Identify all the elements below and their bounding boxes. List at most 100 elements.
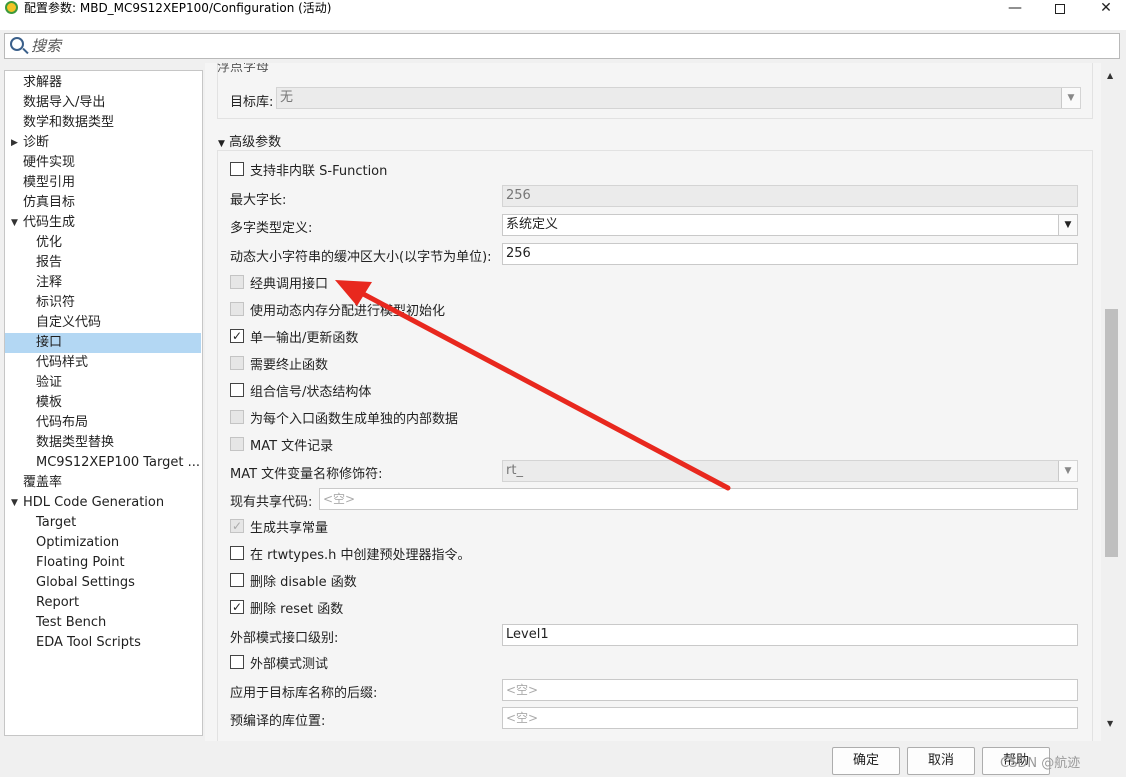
tree-item[interactable]: EDA Tool Scripts: [5, 633, 201, 653]
collapse-arrow-icon[interactable]: ▼: [11, 213, 18, 233]
tree-item[interactable]: Test Bench: [5, 613, 201, 633]
tree-item[interactable]: 数据导入/导出: [5, 93, 201, 113]
separate-internal-data-label: 为每个入口函数生成单独的内部数据: [250, 412, 459, 427]
ok-button[interactable]: 确定: [832, 747, 900, 775]
combine-signal-state-checkbox[interactable]: [230, 383, 244, 397]
single-output-update-checkbox[interactable]: ✓: [230, 329, 244, 343]
vertical-scrollbar[interactable]: ▲ ▼: [1102, 63, 1120, 741]
combine-signal-state-label: 组合信号/状态结构体: [250, 385, 372, 400]
tree-item[interactable]: Floating Point: [5, 553, 201, 573]
ext-mode-testing-checkbox[interactable]: [230, 655, 244, 669]
tree-item[interactable]: 自定义代码: [5, 313, 201, 333]
scroll-up-icon[interactable]: ▲: [1107, 71, 1113, 80]
tree-item[interactable]: Report: [5, 593, 201, 613]
target-library-select[interactable]: 无 ▼: [276, 87, 1081, 109]
ext-mode-testing-label: 外部模式测试: [250, 657, 329, 672]
dynamic-string-buffer-label: 动态大小字符串的缓冲区大小(以字节为单位):: [230, 250, 492, 265]
maximize-button[interactable]: [1037, 0, 1083, 21]
tree-item-label: 代码样式: [36, 355, 89, 370]
target-lib-suffix-field[interactable]: <空>: [502, 679, 1078, 701]
existing-shared-code-label: 现有共享代码:: [230, 495, 313, 510]
advanced-params-group: [217, 150, 1093, 741]
dynamic-string-buffer-field[interactable]: 256: [502, 243, 1078, 265]
tree-item-label: 代码布局: [36, 415, 89, 430]
dynamic-memory-init-checkbox[interactable]: [230, 302, 244, 316]
tree-item[interactable]: 注释: [5, 273, 201, 293]
close-button[interactable]: ✕: [1083, 0, 1126, 21]
minimize-button[interactable]: —: [992, 0, 1038, 21]
generate-shared-constants-label: 生成共享常量: [250, 521, 329, 536]
mat-file-logging-label: MAT 文件记录: [250, 439, 334, 454]
tree-item[interactable]: Target: [5, 513, 201, 533]
tree-item[interactable]: 硬件实现: [5, 153, 201, 173]
remove-disable-function-checkbox[interactable]: [230, 573, 244, 587]
tree-item[interactable]: 求解器: [5, 73, 201, 93]
tree-item[interactable]: ▶ 诊断: [5, 133, 201, 153]
tree-item-label: 报告: [36, 255, 63, 270]
terminate-function-checkbox[interactable]: [230, 356, 244, 370]
remove-reset-function-checkbox[interactable]: ✓: [230, 600, 244, 614]
separate-internal-data-checkbox[interactable]: [230, 410, 244, 424]
tree-item[interactable]: MC9S12XEP100 Target ...: [5, 453, 201, 473]
tree-item[interactable]: 覆盖率: [5, 473, 201, 493]
tree-item[interactable]: 仿真目标: [5, 193, 201, 213]
tree-item-label: Global Settings: [36, 575, 135, 590]
tree-item[interactable]: 模板: [5, 393, 201, 413]
tree-item-label: 覆盖率: [23, 475, 63, 490]
tree-item[interactable]: 标识符: [5, 293, 201, 313]
tree-item[interactable]: 数据类型替换: [5, 433, 201, 453]
classic-call-interface-checkbox[interactable]: [230, 275, 244, 289]
tree-item-label: 验证: [36, 375, 63, 390]
collapse-arrow-icon[interactable]: ▼: [11, 493, 18, 513]
ext-mode-interface-level-field[interactable]: Level1: [502, 624, 1078, 646]
tree-item-label: Test Bench: [36, 615, 107, 630]
tree-item[interactable]: 代码样式: [5, 353, 201, 373]
tree-item[interactable]: Global Settings: [5, 573, 201, 593]
tree-item[interactable]: 数学和数据类型: [5, 113, 201, 133]
tree-item[interactable]: Optimization: [5, 533, 201, 553]
tree-item-label: 数据类型替换: [36, 435, 115, 450]
tree-item[interactable]: 优化: [5, 233, 201, 253]
tree-item[interactable]: 报告: [5, 253, 201, 273]
precompiled-lib-location-field[interactable]: <空>: [502, 707, 1078, 729]
tree-item-label: 优化: [36, 235, 63, 250]
terminate-function-label: 需要终止函数: [250, 358, 329, 373]
existing-shared-code-field[interactable]: <空>: [319, 488, 1078, 510]
window-title: 配置参数: MBD_MC9S12XEP100/Configuration (活动…: [24, 1, 332, 15]
generate-shared-constants-checkbox[interactable]: ✓: [230, 519, 244, 533]
tree-item-label: 硬件实现: [23, 155, 76, 170]
tree-item-label: Report: [36, 595, 80, 610]
advanced-params-title: 高级参数: [229, 135, 282, 150]
tree-item[interactable]: ▼ 代码生成: [5, 213, 201, 233]
search-input[interactable]: [31, 36, 1111, 56]
maximize-icon: [1055, 4, 1065, 14]
scroll-thumb[interactable]: [1105, 309, 1118, 557]
mat-file-var-modifier-select[interactable]: rt_ ▼: [502, 460, 1078, 482]
multiword-type-select[interactable]: 系统定义 ▼: [502, 214, 1078, 236]
tree-item[interactable]: 接口: [5, 333, 201, 353]
tree-item[interactable]: 验证: [5, 373, 201, 393]
mat-file-logging-checkbox[interactable]: [230, 437, 244, 451]
dynamic-memory-init-label: 使用动态内存分配进行模型初始化: [250, 304, 446, 319]
tree-item[interactable]: ▼ HDL Code Generation: [5, 493, 201, 513]
chevron-down-icon: ▼: [1058, 461, 1077, 481]
expand-arrow-icon[interactable]: ▶: [11, 133, 18, 153]
tree-item-label: 自定义代码: [36, 315, 102, 330]
search-bar: [4, 33, 1120, 59]
scroll-down-icon[interactable]: ▼: [1107, 719, 1113, 728]
mat-file-var-modifier-value: rt_: [506, 463, 523, 478]
title-bar: 配置参数: MBD_MC9S12XEP100/Configuration (活动…: [0, 0, 1126, 30]
support-noninlined-sfunction-checkbox[interactable]: [230, 162, 244, 176]
tree-item-label: MC9S12XEP100 Target ...: [36, 455, 201, 470]
dialog-footer: 确定 取消 帮助 CSDN @航迹: [0, 741, 1126, 777]
max-word-length-field[interactable]: 256: [502, 185, 1078, 207]
precompiled-lib-location-label: 预编译的库位置:: [230, 714, 326, 729]
mat-file-var-modifier-label: MAT 文件变量名称修饰符:: [230, 467, 383, 482]
cancel-button[interactable]: 取消: [907, 747, 975, 775]
multiword-type-label: 多字类型定义:: [230, 221, 313, 236]
rtwtypes-preprocessor-checkbox[interactable]: [230, 546, 244, 560]
search-icon: [10, 37, 24, 51]
advanced-params-heading[interactable]: ▼ 高级参数: [218, 131, 281, 150]
tree-item[interactable]: 代码布局: [5, 413, 201, 433]
tree-item[interactable]: 模型引用: [5, 173, 201, 193]
